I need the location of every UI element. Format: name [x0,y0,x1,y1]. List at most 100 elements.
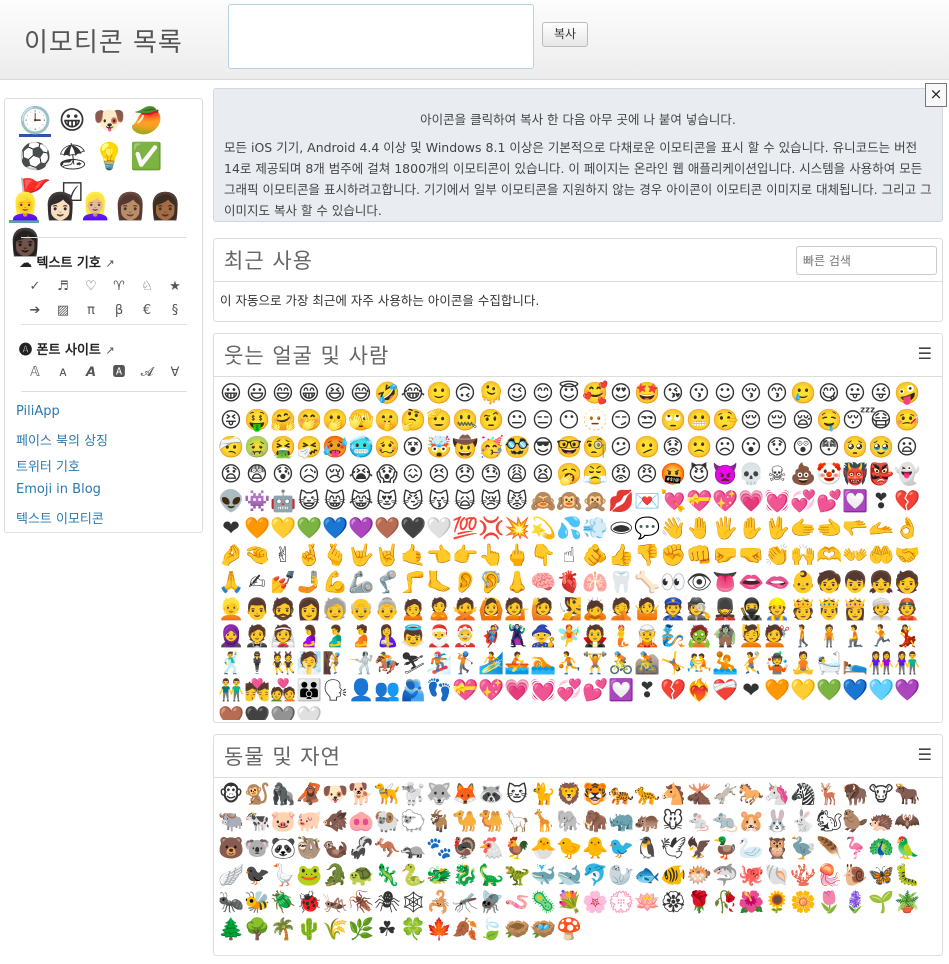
emoji-cell[interactable]: 🧟 [686,623,712,650]
emoji-cell[interactable]: 🩶 [270,704,296,720]
emoji-cell[interactable]: 🐦‍⬛ [244,862,270,889]
emoji-cell[interactable]: 💅 [270,569,296,596]
emoji-cell[interactable]: 🫠 [478,380,504,407]
emoji-cell[interactable]: 🦿 [374,569,400,596]
emoji-cell[interactable]: 🍁 [426,916,452,943]
emoji-cell[interactable]: 🦒 [530,808,556,835]
emoji-cell[interactable]: 🤲 [868,542,894,569]
emoji-cell[interactable]: 💞 [790,488,816,515]
emoji-cell[interactable]: 🐴 [660,781,686,808]
emoji-cell[interactable]: 🙃 [452,380,478,407]
emoji-cell[interactable]: 😑 [530,407,556,434]
emoji-cell[interactable]: 🦬 [842,781,868,808]
emoji-cell[interactable]: 🥳 [478,434,504,461]
emoji-cell[interactable]: 🐇 [790,808,816,835]
emoji-cell[interactable]: 🦅 [686,835,712,862]
emoji-cell[interactable]: 🙌 [790,542,816,569]
emoji-cell[interactable]: 🥶 [348,434,374,461]
emoji-cell[interactable]: 🥱 [556,461,582,488]
emoji-cell[interactable]: 🦊 [452,781,478,808]
emoji-cell[interactable]: 💚 [816,677,842,704]
emoji-cell[interactable]: 🕷 [374,889,401,916]
emoji-cell[interactable]: 🫎 [686,781,712,808]
emoji-cell[interactable]: 👹 [842,461,868,488]
emoji-cell[interactable]: 🦡 [400,835,426,862]
emoji-cell[interactable]: 🦃 [452,835,478,862]
category-activity-icon[interactable]: ⚽ [19,141,51,173]
emoji-cell[interactable]: 💏 [244,677,270,704]
emoji-cell[interactable]: 🙂 [426,380,452,407]
emoji-cell[interactable]: 🏌 [452,650,478,677]
emoji-cell[interactable]: 👩 [296,596,322,623]
emoji-cell[interactable]: 🚴 [608,650,634,677]
emoji-cell[interactable]: 🌼 [790,889,816,916]
emoji-cell[interactable]: 🐪 [452,808,478,835]
emoji-cell[interactable]: 🐛 [894,862,920,889]
emoji-cell[interactable]: 🐓 [504,835,530,862]
emoji-cell[interactable]: 💌 [634,488,660,515]
emoji-cell[interactable]: 🙍 [400,596,426,623]
emoji-cell[interactable]: 🌸 [582,889,608,916]
emoji-cell[interactable]: 🥰 [582,380,608,407]
emoji-cell[interactable]: 🦛 [634,808,660,835]
emoji-cell[interactable]: 💑 [270,677,296,704]
emoji-cell[interactable]: 👁 [686,569,713,596]
emoji-cell[interactable]: 🐟 [634,862,660,889]
emoji-cell[interactable]: 👍 [608,542,634,569]
emoji-cell[interactable]: 😀 [218,380,244,407]
emoji-cell[interactable]: 😨 [244,461,270,488]
emoji-cell[interactable]: 🖤 [400,515,426,542]
skin-tone-default[interactable]: 👱‍♀️ [9,191,41,223]
emoji-cell[interactable]: 👪 [296,677,322,704]
emoji-cell[interactable]: 🧍 [816,623,842,650]
emoji-cell[interactable]: 🐊 [322,862,348,889]
emoji-cell[interactable]: 🦉 [764,835,790,862]
emoji-cell[interactable]: 💖 [478,677,504,704]
emoji-cell[interactable]: 💗 [738,488,764,515]
emoji-cell[interactable]: 🌲 [218,916,244,943]
emoji-cell[interactable]: 💘 [660,488,686,515]
emoji-cell[interactable]: 🏇 [374,650,400,677]
emoji-cell[interactable]: 🦷 [608,569,634,596]
emoji-cell[interactable]: 🥴 [374,434,400,461]
emoji-cell[interactable]: 🫤 [634,434,660,461]
emoji-cell[interactable]: 🐿 [816,808,843,835]
emoji-cell[interactable]: 💔 [894,488,920,515]
emoji-cell[interactable]: 🧘 [790,650,816,677]
emoji-cell[interactable]: 🫰 [322,542,348,569]
emoji-cell[interactable]: 🐦 [608,835,634,862]
emoji-cell[interactable]: 🤩 [634,380,660,407]
emoji-cell[interactable]: 🙄 [660,407,686,434]
emoji-cell[interactable]: 🦖 [504,862,530,889]
font-sample[interactable]: 𝘼 [77,365,105,385]
emoji-cell[interactable]: 😤 [582,461,608,488]
emoji-cell[interactable]: 😮 [738,434,764,461]
emoji-cell[interactable]: 💗 [504,677,530,704]
emoji-cell[interactable]: 🐁 [686,808,712,835]
emoji-cell[interactable]: 😞 [452,461,478,488]
emoji-cell[interactable]: 👀 [660,569,686,596]
emoji-cell[interactable]: 🧗 [322,650,348,677]
emoji-cell[interactable]: 💇 [764,623,790,650]
emoji-cell[interactable]: 💜 [894,677,920,704]
emoji-cell[interactable]: 👬 [218,677,244,704]
emoji-cell[interactable]: 🦎 [374,862,400,889]
emoji-cell[interactable]: 🪶 [816,835,842,862]
emoji-cell[interactable]: 🎅 [426,623,452,650]
symbol-item[interactable]: π [77,303,105,323]
emoji-cell[interactable]: 🐝 [244,889,270,916]
symbol-item[interactable]: § [161,303,189,323]
emoji-cell[interactable]: 🐞 [296,889,322,916]
emoji-cell[interactable]: 🐲 [426,862,452,889]
emoji-cell[interactable]: 🦆 [712,835,738,862]
emoji-cell[interactable]: 🪻 [842,889,868,916]
close-button[interactable]: × [925,83,947,107]
emoji-cell[interactable]: 🤦 [608,596,634,623]
emoji-cell[interactable]: 🤞 [296,542,322,569]
emoji-cell[interactable]: 🦂 [426,889,452,916]
emoji-cell[interactable]: 🍄 [556,916,582,943]
emoji-cell[interactable]: 😫 [530,461,556,488]
emoji-cell[interactable]: 🤽 [712,650,738,677]
symbol-item[interactable]: ♈ [105,279,133,299]
emoji-cell[interactable]: 😌 [738,407,764,434]
